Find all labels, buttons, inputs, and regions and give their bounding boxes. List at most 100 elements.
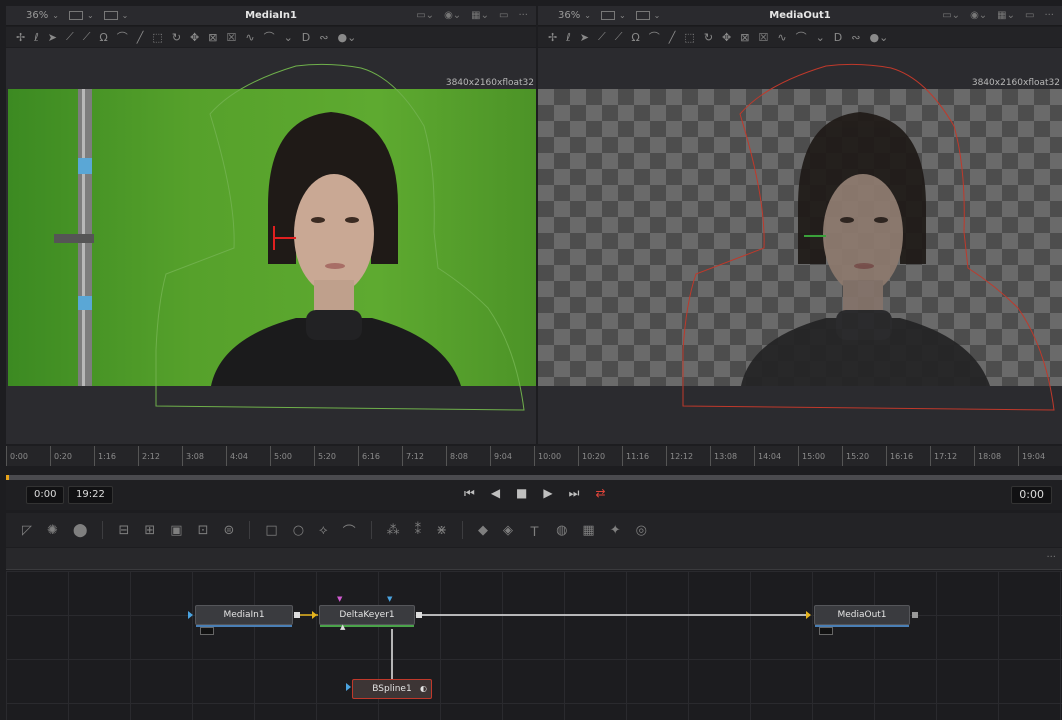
chevron-down-icon[interactable]: ⌄ <box>122 11 129 20</box>
node-mediaout1[interactable]: MediaOut1 <box>814 605 910 635</box>
output-port[interactable] <box>912 612 918 618</box>
paint-tool-icon[interactable]: ✺ <box>47 523 58 538</box>
particle-force-icon[interactable]: ⋇ <box>436 523 447 538</box>
line-icon[interactable]: ╱ <box>669 31 676 44</box>
lut-icon[interactable] <box>103 11 118 20</box>
grid-icon[interactable]: ▦⌄ <box>471 10 489 21</box>
dot-icon[interactable]: ●⌄ <box>870 31 889 44</box>
grid-icon[interactable]: ▦⌄ <box>997 10 1015 21</box>
lock-icon[interactable]: D <box>302 31 310 44</box>
rotate-icon[interactable]: ↻ <box>704 31 713 44</box>
camera3d-icon[interactable]: ◍ <box>556 523 567 538</box>
mask-icon[interactable]: ☒ <box>226 31 236 44</box>
light3d-icon[interactable]: ✦ <box>610 523 621 538</box>
channel-icon[interactable] <box>68 11 83 20</box>
loop-icon[interactable]: ⇄ <box>595 486 605 501</box>
color-corrector-icon[interactable]: ⬤ <box>73 523 88 538</box>
time-ruler[interactable]: 0:00 0:20 1:16 2:12 3:08 4:04 5:00 5:20 6:16 7:12… <box>6 446 1062 466</box>
color-icon[interactable]: ◉⌄ <box>444 10 461 21</box>
more-icon[interactable]: ⌄ <box>284 31 293 44</box>
chevron-down-icon[interactable]: ⌄ <box>584 11 591 20</box>
curve-icon[interactable]: ⌒ <box>649 29 660 45</box>
wireframe-icon[interactable]: ⊠ <box>208 31 217 44</box>
more-icon[interactable]: ··· <box>1046 552 1056 563</box>
chevron-down-icon[interactable]: ⌄ <box>619 11 626 20</box>
bspline-icon[interactable]: ⟋ <box>615 30 623 44</box>
wave-icon[interactable]: ∾ <box>319 31 328 44</box>
loader-icon[interactable]: ⊟ <box>118 523 129 538</box>
merge3d-icon[interactable]: ◈ <box>503 523 513 538</box>
mask-icon[interactable]: ☒ <box>758 31 768 44</box>
mask-input-icon[interactable]: ▲ <box>340 623 345 631</box>
node-bspline1[interactable]: BSpline1 ◐ <box>352 679 432 699</box>
polygon-mask-icon[interactable]: ⟡ <box>319 523 328 538</box>
rect-icon[interactable]: ⬚ <box>152 31 162 44</box>
lock-icon[interactable]: D <box>834 31 842 44</box>
rect-icon[interactable]: ⬚ <box>684 31 694 44</box>
transform-icon[interactable]: ✥ <box>722 31 731 44</box>
bspline-icon[interactable]: ⟋ <box>83 30 91 44</box>
bspline-mask-icon[interactable]: ⌒ <box>343 521 356 540</box>
chevron-down-icon[interactable]: ⌄ <box>654 11 661 20</box>
line-icon[interactable]: ╱ <box>137 31 144 44</box>
renderer3d-icon[interactable]: ◎ <box>636 523 647 538</box>
arrow-icon[interactable]: ➤ <box>48 31 57 44</box>
wireframe-icon[interactable]: ⊠ <box>740 31 749 44</box>
viewer-left[interactable]: 3840x2160xfloat32 <box>6 48 536 444</box>
output-port[interactable] <box>416 612 422 618</box>
spline-icon[interactable]: ∿ <box>245 31 254 44</box>
node-editor[interactable]: MediaIn1 DeltaKeyer1 ▲ ▼ ▼ MediaOut1 BSp… <box>6 571 1062 720</box>
transform-icon[interactable]: ✥ <box>190 31 199 44</box>
more-icon[interactable]: ··· <box>1044 10 1054 21</box>
skip-end-icon[interactable]: ⏭ <box>569 486 580 501</box>
current-time[interactable]: 0:00 <box>1011 486 1052 504</box>
shape3d-icon[interactable]: ◆ <box>478 523 488 538</box>
solid-matte-icon[interactable]: ▼ <box>387 595 392 603</box>
background-tool-icon[interactable]: ◸ <box>22 523 32 538</box>
polygon-icon[interactable]: ⟋ <box>66 30 74 44</box>
bitmap-icon[interactable]: Ω <box>631 31 639 44</box>
particle-render-icon[interactable]: ⁑ <box>415 523 422 538</box>
garbage-matte-icon[interactable]: ▼ <box>337 595 342 603</box>
dot-icon[interactable]: ●⌄ <box>338 31 357 44</box>
imageplane-icon[interactable]: ▦ <box>582 523 594 538</box>
ellipse-mask-icon[interactable]: ○ <box>293 523 304 538</box>
polygon-icon[interactable]: ⟋ <box>598 30 606 44</box>
more-icon[interactable]: ⌄ <box>816 31 825 44</box>
frame-icon[interactable]: ▭ <box>499 10 508 21</box>
frame-icon[interactable]: ▭ <box>1025 10 1034 21</box>
merge-icon[interactable]: ⊞ <box>144 523 155 538</box>
stop-icon[interactable]: ■ <box>516 486 527 501</box>
select-icon[interactable]: ✢ <box>548 31 557 44</box>
zoom-level[interactable]: 36% <box>558 10 580 21</box>
viewer-right[interactable]: 3840x2160xfloat32 <box>538 48 1062 444</box>
draw-icon[interactable]: ℓ <box>34 31 39 44</box>
roi-icon[interactable]: ▭⌄ <box>416 10 434 21</box>
view-toggle-icon[interactable]: ◐ <box>420 680 427 698</box>
color-icon[interactable]: ◉⌄ <box>970 10 987 21</box>
wave-icon[interactable]: ∾ <box>851 31 860 44</box>
roi-icon[interactable]: ▭⌄ <box>942 10 960 21</box>
zoom-level[interactable]: 36% <box>26 10 48 21</box>
chevron-down-icon[interactable]: ⌄ <box>52 11 59 20</box>
node-deltakeyer1[interactable]: DeltaKeyer1 <box>319 605 415 627</box>
node-thumb[interactable] <box>200 627 214 635</box>
lut-icon[interactable] <box>635 11 650 20</box>
curve-icon[interactable]: ⌒ <box>796 29 807 45</box>
curve-icon[interactable]: ⌒ <box>264 29 275 45</box>
saver-icon[interactable]: ⊜ <box>223 523 234 538</box>
start-time[interactable]: 0:00 <box>26 486 65 504</box>
end-time[interactable]: 19:22 <box>68 486 113 504</box>
skip-start-icon[interactable]: ⏮ <box>464 486 475 501</box>
rectangle-mask-icon[interactable]: □ <box>265 523 277 538</box>
node-mediain1[interactable]: MediaIn1 <box>195 605 293 635</box>
bitmap-icon[interactable]: Ω <box>99 31 107 44</box>
more-icon[interactable]: ··· <box>518 10 528 21</box>
play-icon[interactable]: ▶ <box>543 486 552 501</box>
output-port[interactable] <box>294 612 300 618</box>
select-icon[interactable]: ✢ <box>16 31 25 44</box>
particle-emitter-icon[interactable]: ⁂ <box>387 523 400 538</box>
draw-icon[interactable]: ℓ <box>566 31 571 44</box>
chevron-down-icon[interactable]: ⌄ <box>87 11 94 20</box>
rotate-icon[interactable]: ↻ <box>172 31 181 44</box>
